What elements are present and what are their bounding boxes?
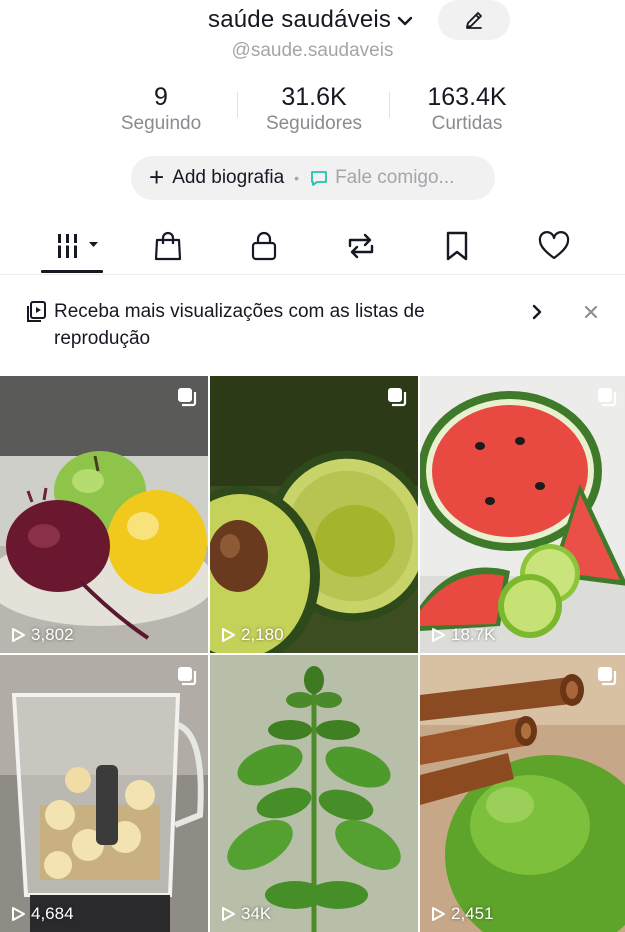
contact-label: Fale comigo... — [335, 167, 455, 188]
tab-liked[interactable] — [534, 226, 574, 266]
tab-shop[interactable] — [148, 226, 188, 266]
play-icon — [12, 907, 25, 921]
separator-dot: • — [294, 170, 300, 186]
shop-bag-icon — [154, 231, 182, 261]
view-count-label: 18.7K — [451, 625, 496, 644]
profile-name: saúde saudáveis — [208, 6, 392, 33]
stat-following[interactable]: 9 Seguindo — [111, 82, 211, 136]
view-count-label: 3,802 — [31, 625, 74, 644]
profile-header: saúde saudáveis @saude.saudaveis — [0, 0, 625, 70]
stat-value: 31.6K — [281, 83, 347, 111]
add-bio-label: Add biografia — [172, 167, 285, 188]
close-icon[interactable] — [582, 302, 600, 322]
profile-tabs — [0, 218, 625, 275]
add-bio-button[interactable]: + Add biografia — [149, 162, 285, 192]
stat-likes[interactable]: 163.4K Curtidas — [412, 82, 522, 136]
stat-value: 9 — [154, 83, 168, 111]
thumbnail-image — [420, 655, 625, 932]
tab-private[interactable] — [244, 226, 284, 266]
view-count: 34K — [220, 904, 271, 924]
multi-image-icon — [388, 388, 407, 407]
chevron-right-icon[interactable] — [528, 302, 546, 322]
pencil-icon — [466, 12, 482, 29]
video-thumbnail[interactable]: 2,451 — [420, 655, 625, 932]
play-icon — [432, 628, 445, 642]
view-count: 2,180 — [220, 625, 284, 645]
edit-profile-button[interactable] — [438, 0, 510, 40]
chat-bubble-icon — [311, 171, 327, 186]
thumbnail-image — [210, 655, 418, 932]
videos-grid-icon — [58, 234, 98, 258]
active-tab-indicator — [41, 270, 103, 273]
play-icon — [222, 907, 235, 921]
video-thumbnail[interactable]: 18.7K — [420, 376, 625, 653]
profile-handle: @saude.saudaveis — [231, 40, 394, 61]
video-thumbnail[interactable]: 34K — [210, 655, 418, 932]
banner-text: Receba mais visualizações com as listas … — [54, 301, 425, 349]
thumbnail-image — [0, 655, 208, 932]
view-count: 4,684 — [10, 904, 74, 924]
play-icon — [12, 628, 25, 642]
chevron-down-icon — [397, 16, 413, 26]
thumbnail-image — [210, 376, 418, 653]
divider — [389, 92, 390, 118]
view-count: 18.7K — [430, 625, 495, 645]
contact-button[interactable]: Fale comigo... — [309, 167, 454, 189]
repost-icon — [348, 233, 374, 259]
account-switcher[interactable]: saúde saudáveis — [208, 6, 415, 34]
video-thumbnail[interactable]: 3,802 — [0, 376, 208, 653]
video-thumbnail[interactable]: 2,180 — [210, 376, 418, 653]
divider — [237, 92, 238, 118]
view-count-label: 2,180 — [241, 625, 284, 644]
view-count: 3,802 — [10, 625, 74, 645]
video-thumbnail[interactable]: 4,684 — [0, 655, 208, 932]
stat-followers[interactable]: 31.6K Seguidores — [254, 82, 374, 136]
tab-reposts[interactable] — [341, 226, 381, 266]
bio-actions: + Add biografia • Fale comigo... — [131, 156, 495, 200]
multi-image-icon — [178, 667, 197, 686]
stat-label: Seguindo — [120, 113, 202, 134]
tab-saved[interactable] — [437, 226, 477, 266]
plus-icon: + — [149, 162, 165, 192]
multi-image-icon — [598, 388, 617, 407]
lock-icon — [251, 231, 277, 261]
view-count-label: 2,451 — [451, 904, 494, 923]
heart-icon — [538, 231, 570, 260]
profile-stats: 9 Seguindo 31.6K Seguidores 163.4K Curti… — [0, 82, 625, 142]
tab-videos[interactable] — [52, 226, 102, 266]
multi-image-icon — [598, 667, 617, 686]
stat-label: Seguidores — [265, 113, 363, 134]
stat-label: Curtidas — [431, 113, 503, 134]
video-grid: 3,802 2,180 18.7K 4,684 34K 2,451 — [0, 376, 625, 932]
bookmark-icon — [446, 231, 468, 261]
thumbnail-image — [420, 376, 625, 653]
play-icon — [222, 628, 235, 642]
multi-image-icon — [178, 388, 197, 407]
playlist-icon — [27, 301, 46, 322]
view-count-label: 4,684 — [31, 904, 74, 923]
thumbnail-image — [0, 376, 208, 653]
stat-value: 163.4K — [427, 83, 507, 111]
view-count: 2,451 — [430, 904, 494, 924]
view-count-label: 34K — [241, 904, 272, 923]
playlist-banner[interactable]: Receba mais visualizações com as listas … — [0, 298, 625, 358]
play-icon — [432, 907, 445, 921]
